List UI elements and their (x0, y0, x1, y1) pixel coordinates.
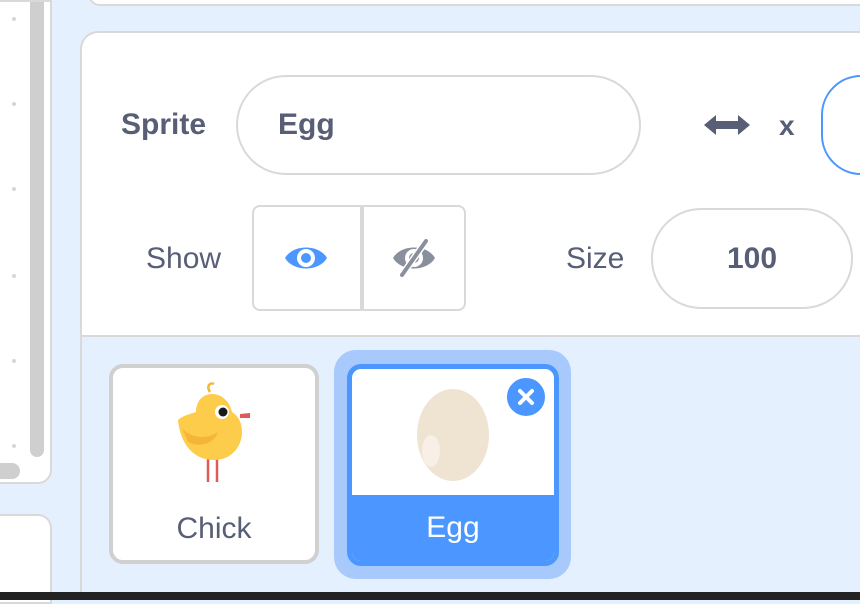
code-area-bottom (0, 514, 52, 604)
sprite-name: Chick (176, 512, 252, 545)
horizontal-scrollbar[interactable] (0, 463, 20, 479)
size-label: Size (566, 242, 625, 275)
show-label: Show (146, 242, 222, 275)
egg-thumbnail (417, 389, 489, 481)
sprite-name: Egg (352, 495, 554, 561)
stage-panel-edge (88, 0, 860, 6)
eye-slash-icon (393, 238, 435, 278)
hide-button[interactable] (360, 207, 464, 309)
delete-sprite-button[interactable] (505, 376, 547, 418)
size-input[interactable]: 100 (651, 208, 853, 309)
vertical-scrollbar[interactable] (30, 2, 44, 457)
eye-icon (285, 247, 327, 269)
close-icon (518, 389, 534, 405)
show-button[interactable] (254, 207, 358, 309)
sprite-label: Sprite (121, 108, 207, 141)
sprite-tile-chick[interactable]: Chick (109, 364, 319, 564)
chick-thumbnail (178, 382, 250, 482)
x-label: x (779, 110, 795, 141)
code-area (0, 0, 52, 484)
grid-dots (12, 2, 18, 462)
sprite-name-input[interactable]: Egg (236, 75, 641, 175)
visibility-toggle-group (252, 205, 466, 311)
window-bottom-edge (0, 592, 860, 600)
horizontal-arrows-icon (704, 115, 750, 135)
